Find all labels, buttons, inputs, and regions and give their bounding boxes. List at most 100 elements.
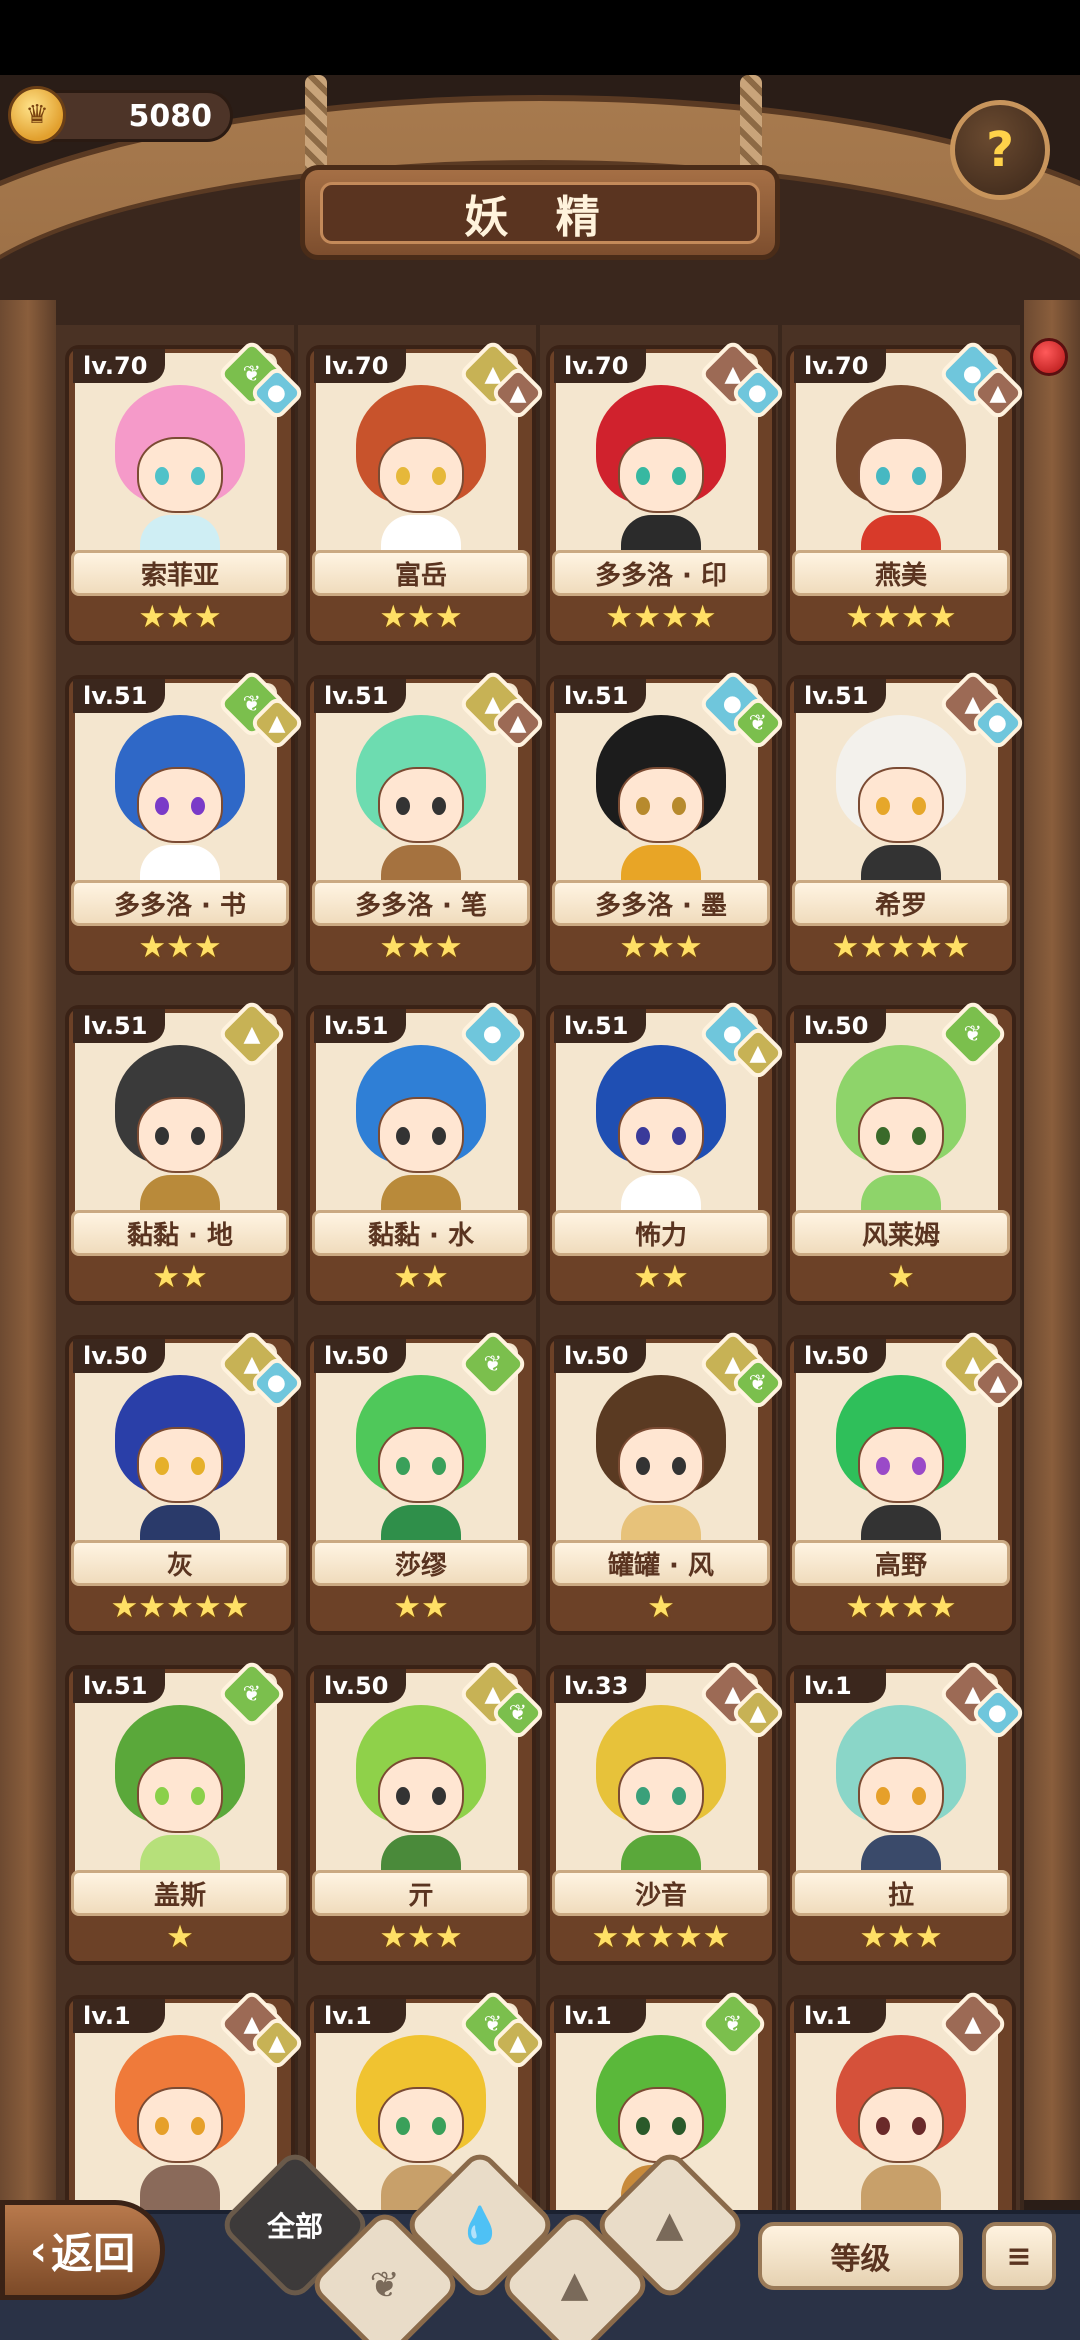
fairy-name: 多多洛 · 印 <box>595 560 727 591</box>
fairy-card[interactable]: lv.50 ❦ 风莱姆 ★ <box>786 998 1016 1315</box>
fairy-card[interactable]: lv.50 ▲ ❦ 罐罐 · 风 ★ <box>546 1328 787 1645</box>
back-label: 返回 <box>51 2228 136 2278</box>
fairy-name: 灰 <box>166 1550 193 1581</box>
name-banner: 多多洛 · 墨 <box>552 880 770 926</box>
fairy-card[interactable]: lv.51 ❦ 盖斯 ★ <box>65 1658 295 1975</box>
fairy-portrait <box>816 375 986 565</box>
sort-by-level-button[interactable]: 等级 <box>758 2222 963 2290</box>
level-badge: lv.50 <box>794 1009 886 1043</box>
fairy-card[interactable]: lv.70 ▲ ▲ 富岳 ★★★ <box>306 338 547 655</box>
fairy-card[interactable]: lv.50 ▲ ❦ 亓 ★★★ <box>306 1658 547 1975</box>
name-banner: 多多洛 · 印 <box>552 550 770 596</box>
right-pillar <box>1024 300 1080 2200</box>
portrait-face <box>378 1427 464 1503</box>
star-rating: ★★★ <box>379 1919 463 1955</box>
portrait-face <box>137 767 223 843</box>
portrait-eye <box>876 2117 890 2135</box>
fairy-name: 怖力 <box>634 1220 687 1251</box>
portrait-eye <box>432 1457 446 1475</box>
portrait-eye <box>912 2117 926 2135</box>
fairy-portrait <box>576 705 746 895</box>
fairy-card[interactable]: lv.51 ▲ 黏黏 · 地 ★★ <box>65 998 295 1315</box>
page-title: 妖 精 <box>464 191 616 243</box>
star-rating: ★ <box>166 1919 194 1955</box>
name-banner: 多多洛 · 书 <box>71 880 289 926</box>
help-button[interactable]: ? <box>950 100 1050 200</box>
question-icon: ? <box>986 122 1014 178</box>
name-banner: 沙音 <box>552 1870 770 1916</box>
star-rating: ★★ <box>393 1259 449 1295</box>
level-badge: lv.70 <box>73 349 165 383</box>
portrait-face <box>137 1757 223 1833</box>
portrait-face <box>618 1097 704 1173</box>
fairy-portrait <box>95 1695 265 1885</box>
portrait-eye <box>672 1457 686 1475</box>
name-banner: 拉 <box>792 1870 1010 1916</box>
portrait-face <box>618 1757 704 1833</box>
portrait-eye <box>396 467 410 485</box>
portrait-eye <box>155 2117 169 2135</box>
star-rating: ★★ <box>152 1259 208 1295</box>
fairy-card[interactable]: lv.51 ● 黏黏 · 水 ★★ <box>306 998 536 1315</box>
star-rating: ★★★ <box>619 929 703 965</box>
fairy-card[interactable]: lv.50 ▲ ▲ 高野 ★★★★ <box>786 1328 1027 1645</box>
portrait-eye <box>912 797 926 815</box>
fairy-portrait <box>336 1695 506 1885</box>
leaf-icon: ❦ <box>369 2264 401 2306</box>
back-button[interactable]: ‹ 返回 <box>0 2200 165 2300</box>
level-badge: lv.51 <box>314 1009 406 1043</box>
portrait-eye <box>396 2117 410 2135</box>
portrait-eye <box>672 1127 686 1145</box>
name-banner: 希罗 <box>792 880 1010 926</box>
coin-icon: ♛ <box>8 86 66 144</box>
portrait-eye <box>912 467 926 485</box>
fairy-card[interactable]: lv.51 ▲ ▲ 多多洛 · 笔 ★★★ <box>306 668 547 985</box>
fairy-name: 罐罐 · 风 <box>608 1550 714 1581</box>
level-badge: lv.50 <box>73 1339 165 1373</box>
fairy-portrait <box>336 705 506 895</box>
fairy-name: 富岳 <box>394 560 447 591</box>
level-badge: lv.70 <box>794 349 886 383</box>
fairy-name: 沙音 <box>634 1880 687 1911</box>
fairy-portrait <box>95 375 265 565</box>
name-banner: 索菲亚 <box>71 550 289 596</box>
level-badge: lv.51 <box>794 679 886 713</box>
portrait-eye <box>191 467 205 485</box>
portrait-eye <box>636 1127 650 1145</box>
fairy-portrait <box>336 375 506 565</box>
star-rating: ★★ <box>633 1259 689 1295</box>
level-badge: lv.70 <box>314 349 406 383</box>
fairy-portrait <box>816 1035 986 1225</box>
filter-all-label: 全部 <box>266 2209 324 2243</box>
name-banner: 怖力 <box>552 1210 770 1256</box>
fairy-card[interactable]: lv.70 ❦ ● 索菲亚 ★★★ <box>65 338 306 655</box>
fairy-card[interactable]: lv.50 ▲ ● 灰 ★★★★★ <box>65 1328 306 1645</box>
name-banner: 黏黏 · 地 <box>71 1210 289 1256</box>
portrait-eye <box>876 1457 890 1475</box>
sort-order-button[interactable]: ≡ <box>982 2222 1056 2290</box>
level-badge: lv.50 <box>794 1339 886 1373</box>
level-badge: lv.70 <box>554 349 646 383</box>
fairy-card[interactable]: lv.51 ▲ ● 希罗 ★★★★★ <box>786 668 1027 985</box>
left-pillar <box>0 300 56 2200</box>
fairy-card[interactable]: lv.51 ● ❦ 多多洛 · 墨 ★★★ <box>546 668 787 985</box>
portrait-face <box>137 1427 223 1503</box>
fairy-name: 多多洛 · 墨 <box>595 890 727 921</box>
star-rating: ★★★ <box>379 599 463 635</box>
portrait-face <box>137 1097 223 1173</box>
fairy-card[interactable]: lv.51 ● ▲ 怖力 ★★ <box>546 998 787 1315</box>
star-rating: ★★★★★ <box>591 1919 731 1955</box>
fairy-portrait <box>95 705 265 895</box>
fairy-card[interactable]: lv.50 ❦ 莎缪 ★★ <box>306 1328 536 1645</box>
fairy-card[interactable]: lv.70 ▲ ● 多多洛 · 印 ★★★★ <box>546 338 787 655</box>
name-banner: 黏黏 · 水 <box>312 1210 530 1256</box>
fairy-card[interactable]: lv.1 ▲ ● 拉 ★★★ <box>786 1658 1027 1975</box>
fairy-card[interactable]: lv.70 ● ▲ 燕美 ★★★★ <box>786 338 1027 655</box>
portrait-eye <box>396 1127 410 1145</box>
fairy-card[interactable]: lv.51 ❦ ▲ 多多洛 · 书 ★★★ <box>65 668 306 985</box>
name-banner: 高野 <box>792 1540 1010 1586</box>
star-rating: ★★★ <box>379 929 463 965</box>
star-rating: ★★★★ <box>845 599 957 635</box>
fairy-portrait <box>576 1365 746 1555</box>
fairy-card[interactable]: lv.33 ▲ ▲ 沙音 ★★★★★ <box>546 1658 787 1975</box>
